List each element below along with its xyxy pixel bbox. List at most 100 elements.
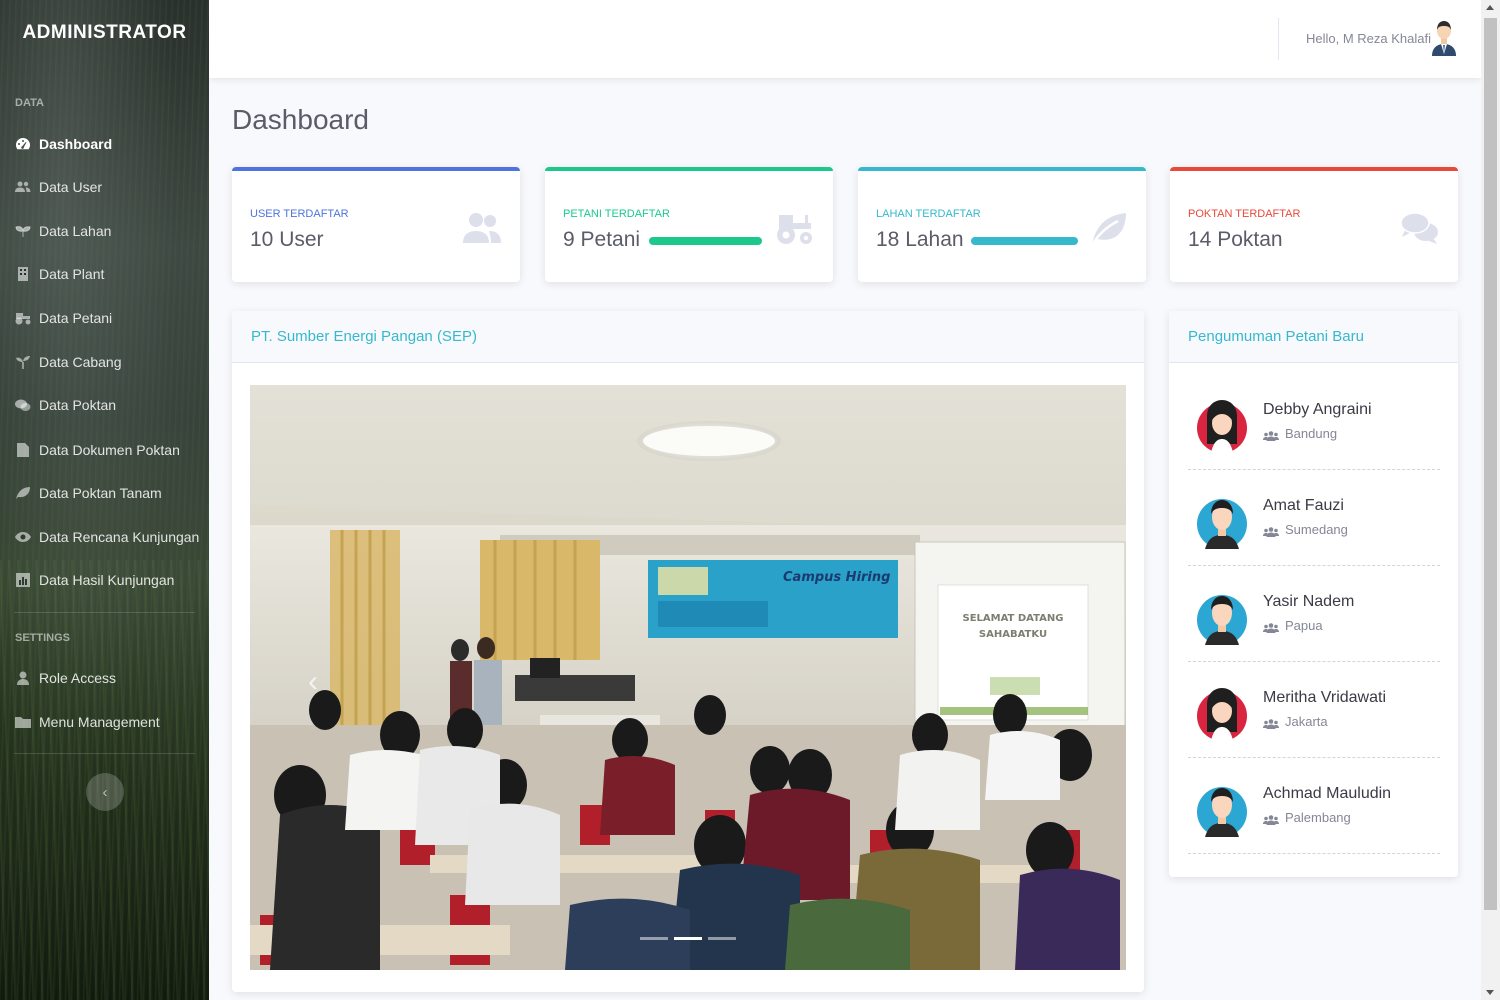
topbar: Hello, M Reza Khalafi [209, 0, 1481, 78]
sidebar-item-label: Data Dokumen Poktan [39, 442, 180, 458]
sidebar-item-label: Data Poktan Tanam [39, 485, 162, 501]
seedling-icon [14, 224, 32, 238]
list-item[interactable]: Yasir Nadem Papua [1188, 566, 1440, 662]
location-text: Palembang [1285, 810, 1351, 825]
sidebar-divider [14, 753, 195, 754]
stat-value: 18 Lahan [876, 228, 964, 251]
avatar [1197, 588, 1247, 650]
farmer-name: Meritha Vridawati [1263, 689, 1387, 706]
sidebar-heading-data: DATA [15, 97, 44, 109]
carousel-indicator[interactable] [708, 937, 736, 940]
brand-title[interactable]: ADMINISTRATOR [0, 22, 209, 44]
user-icon [14, 671, 32, 685]
list-item[interactable]: Debby Angraini Bandung [1188, 374, 1440, 470]
page-scrollbar[interactable] [1481, 0, 1500, 1000]
farmer-location: Sumedang [1263, 522, 1348, 537]
sidebar-item-label: Menu Management [39, 714, 160, 730]
file-icon [14, 443, 32, 457]
sidebar: ADMINISTRATOR DATA Dashboard Data User D… [0, 0, 209, 1000]
tachometer-icon [14, 137, 32, 151]
stat-label: POKTAN TERDAFTAR [1188, 208, 1301, 220]
leaf-icon [14, 486, 32, 500]
sidebar-item-label: Data Petani [39, 310, 113, 326]
topbar-divider [1278, 18, 1279, 60]
sidebar-item-data-rencana-kunjungan[interactable]: Data Rencana Kunjungan [14, 526, 199, 548]
sidebar-item-label: Data Hasil Kunjungan [39, 572, 175, 588]
scrollbar-thumb[interactable] [1484, 18, 1497, 910]
leaf-icon [1088, 211, 1128, 247]
avatar[interactable] [1429, 20, 1459, 56]
carousel-next-icon[interactable]: › [1058, 665, 1068, 699]
carousel-prev-icon[interactable]: ‹ [308, 665, 318, 699]
sidebar-item-data-user[interactable]: Data User [14, 176, 102, 198]
chevron-left-icon: ‹ [102, 783, 108, 801]
screen-text-2: SAHABATKU [979, 629, 1047, 640]
sidebar-item-dashboard[interactable]: Dashboard [14, 133, 112, 155]
sidebar-item-role-access[interactable]: Role Access [14, 667, 116, 689]
user-greeting[interactable]: Hello, M Reza Khalafi [1306, 31, 1431, 46]
sidebar-item-data-petani[interactable]: Data Petani [14, 307, 112, 329]
farmer-name: Amat Fauzi [1263, 497, 1344, 514]
sidebar-item-label: Data Rencana Kunjungan [39, 529, 200, 545]
scroll-up-icon[interactable] [1486, 5, 1494, 10]
comments-icon [1400, 211, 1440, 247]
sidebar-item-data-hasil-kunjungan[interactable]: Data Hasil Kunjungan [14, 569, 174, 591]
stat-card-petani[interactable]: PETANI TERDAFTAR 9 Petani [545, 167, 833, 282]
carousel-indicator-active[interactable] [674, 937, 702, 940]
tractor-icon [775, 211, 815, 247]
avatar [1197, 396, 1247, 458]
announcements-card: Pengumuman Petani Baru Debby Angraini Ba… [1169, 311, 1458, 877]
list-item[interactable]: Achmad Mauludin Palembang [1188, 758, 1440, 854]
sidebar-item-data-poktan-tanam[interactable]: Data Poktan Tanam [14, 482, 162, 504]
sidebar-toggle-button[interactable]: ‹ [86, 773, 124, 811]
carousel-indicator[interactable] [640, 937, 668, 940]
carousel-image[interactable]: Campus Hiring SELAMAT DATANG SAHABATKU ‹… [250, 385, 1126, 970]
banner-title: Campus Hiring [783, 570, 890, 585]
farmer-name: Achmad Mauludin [1263, 785, 1392, 802]
sidebar-item-label: Data Poktan [39, 397, 117, 413]
progress-bar [971, 237, 1078, 245]
avatar [1197, 492, 1247, 554]
farmer-name: Yasir Nadem [1263, 593, 1355, 610]
sidebar-item-data-poktan[interactable]: Data Poktan [14, 394, 116, 416]
location-text: Jakarta [1285, 714, 1328, 729]
stat-card-user[interactable]: USER TERDAFTAR 10 User [232, 167, 520, 282]
card-title: PT. Sumber Energi Pangan (SEP) [251, 328, 477, 345]
screen-text-1: SELAMAT DATANG [963, 613, 1064, 624]
stat-label: USER TERDAFTAR [250, 208, 349, 220]
location-text: Sumedang [1285, 522, 1348, 537]
users-icon [14, 180, 32, 194]
card-title: Pengumuman Petani Baru [1188, 328, 1364, 345]
sprout-icon [14, 355, 32, 369]
farmer-location: Papua [1263, 618, 1323, 633]
page-title: Dashboard [232, 104, 369, 135]
sidebar-divider [14, 612, 195, 613]
list-item[interactable]: Meritha Vridawati Jakarta [1188, 662, 1440, 758]
farmer-name: Debby Angraini [1263, 401, 1372, 418]
comments-icon [14, 398, 32, 412]
location-text: Bandung [1285, 426, 1338, 441]
users-icon [462, 211, 502, 247]
company-card: PT. Sumber Energi Pangan (SEP) Campus Hi… [232, 311, 1144, 992]
farmer-location: Jakarta [1263, 714, 1328, 729]
stat-card-poktan[interactable]: POKTAN TERDAFTAR 14 Poktan [1170, 167, 1458, 282]
sidebar-heading-settings: SETTINGS [15, 632, 71, 644]
sidebar-item-data-lahan[interactable]: Data Lahan [14, 220, 111, 242]
sidebar-item-data-plant[interactable]: Data Plant [14, 263, 104, 285]
carousel-indicators [640, 937, 736, 940]
list-item[interactable]: Amat Fauzi Sumedang [1188, 470, 1440, 566]
users-icon [1263, 621, 1279, 633]
sidebar-item-label: Data Lahan [39, 223, 112, 239]
scroll-down-icon[interactable] [1486, 990, 1494, 995]
stat-card-lahan[interactable]: LAHAN TERDAFTAR 18 Lahan [858, 167, 1146, 282]
users-icon [1263, 717, 1279, 729]
sidebar-item-data-cabang[interactable]: Data Cabang [14, 351, 122, 373]
sidebar-item-label: Data Cabang [39, 354, 122, 370]
sidebar-item-menu-management[interactable]: Menu Management [14, 711, 160, 733]
users-icon [1263, 813, 1279, 825]
building-icon [14, 267, 32, 281]
farmer-location: Palembang [1263, 810, 1351, 825]
eye-icon [14, 530, 32, 544]
sidebar-item-data-dokumen-poktan[interactable]: Data Dokumen Poktan [14, 439, 180, 461]
chart-icon [14, 573, 32, 587]
